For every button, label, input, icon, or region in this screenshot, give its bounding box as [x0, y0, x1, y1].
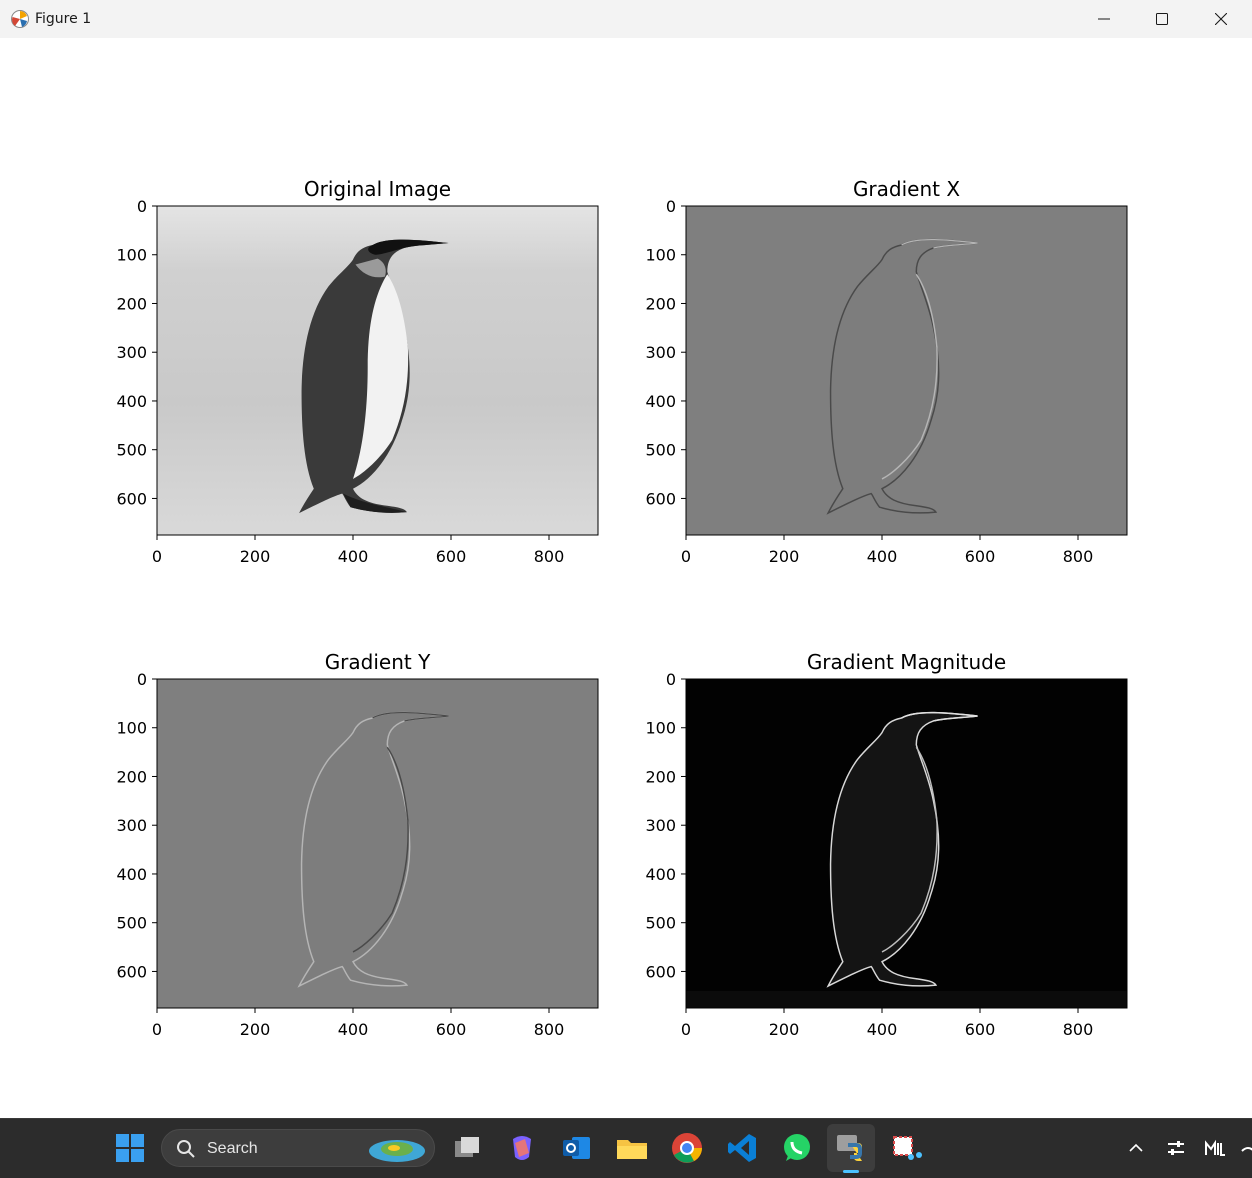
close-icon [1215, 13, 1227, 25]
y-tick-label: 500 [645, 441, 676, 460]
x-tick-label: 200 [240, 1020, 271, 1039]
outlook-icon[interactable] [560, 1131, 594, 1165]
maximize-icon [1156, 13, 1168, 25]
task-view-icon[interactable] [450, 1131, 484, 1165]
y-tick-label: 200 [116, 767, 147, 786]
copilot-icon[interactable] [505, 1131, 539, 1165]
y-tick-label: 200 [645, 294, 676, 313]
y-tick-label: 300 [645, 816, 676, 835]
x-tick-label: 400 [338, 547, 369, 566]
y-tick-label: 300 [645, 343, 676, 362]
x-tick-label: 800 [1063, 1020, 1094, 1039]
x-tick-label: 600 [436, 547, 467, 566]
taskbar-search-box[interactable]: Search [161, 1129, 435, 1167]
maximize-button[interactable] [1133, 0, 1191, 38]
y-tick-label: 100 [116, 719, 147, 738]
subplot-2: Gradient X 0 200 400 600 800 0 100 200 300 400 500 6… [645, 177, 1128, 566]
file-explorer-icon[interactable] [615, 1131, 649, 1165]
y-tick-label: 400 [116, 392, 147, 411]
x-tick-label: 200 [240, 547, 271, 566]
axes-container: Original Image 0 200 400 600 800 0 100 200 300 400… [116, 177, 1128, 1039]
taskbar: Search [0, 1118, 1252, 1178]
x-tick-label: 600 [436, 1020, 467, 1039]
x-tick-label: 400 [867, 547, 898, 566]
y-tick-label: 200 [116, 294, 147, 313]
x-tick-label: 0 [152, 547, 162, 566]
y-tick-label: 400 [645, 865, 676, 884]
y-tick-label: 500 [645, 914, 676, 933]
y-tick-label: 400 [645, 392, 676, 411]
x-tick-label: 200 [769, 1020, 800, 1039]
matplotlib-icon [11, 10, 29, 28]
y-tick-label: 600 [116, 489, 147, 508]
x-tick-label: 800 [534, 547, 565, 566]
python-icon[interactable] [834, 1131, 868, 1165]
x-tick-label: 800 [534, 1020, 565, 1039]
x-tick-label: 0 [681, 547, 691, 566]
figure-svg: Original Image 0 200 400 600 800 0 100 200 300 400… [116, 177, 1128, 1039]
x-tick-label: 600 [965, 547, 996, 566]
y-tick-label: 300 [116, 816, 147, 835]
subplot-1: Original Image 0 200 400 600 800 0 100 200 300 400… [116, 177, 599, 566]
subplot-title: Gradient Magnitude [807, 650, 1006, 674]
x-tick-label: 200 [769, 547, 800, 566]
y-tick-label: 0 [666, 670, 676, 689]
x-tick-label: 0 [681, 1020, 691, 1039]
close-button[interactable] [1192, 0, 1250, 38]
figure-canvas: Original Image 0 200 400 600 800 0 100 200 300 400… [0, 38, 1252, 1118]
x-tick-label: 600 [965, 1020, 996, 1039]
whatsapp-icon[interactable] [780, 1131, 814, 1165]
app-tray-icon[interactable] [1204, 1139, 1226, 1157]
search-highlight-icon [369, 1140, 425, 1162]
y-tick-label: 100 [116, 246, 147, 265]
y-tick-label: 400 [116, 865, 147, 884]
y-tick-label: 100 [645, 246, 676, 265]
x-tick-label: 0 [152, 1020, 162, 1039]
active-app-indicator [843, 1170, 859, 1173]
x-tick-label: 400 [338, 1020, 369, 1039]
chrome-icon[interactable] [670, 1131, 704, 1165]
y-tick-label: 500 [116, 441, 147, 460]
window-titlebar: Figure 1 [0, 0, 1252, 39]
y-tick-label: 200 [645, 767, 676, 786]
minimize-icon [1098, 18, 1110, 20]
subplot-4: Gradient Magnitude 0 200 400 600 800 0 100 200 30… [645, 650, 1128, 1039]
windows-start-icon[interactable] [113, 1131, 147, 1165]
minimize-button[interactable] [1075, 0, 1133, 38]
y-tick-label: 600 [116, 962, 147, 981]
window-title: Figure 1 [35, 11, 92, 27]
x-tick-label: 400 [867, 1020, 898, 1039]
subplot-title: Gradient Y [325, 650, 431, 674]
y-tick-label: 0 [137, 197, 147, 216]
show-hidden-icons-chevron-icon[interactable] [1128, 1141, 1144, 1155]
x-tick-label: 800 [1063, 547, 1094, 566]
y-tick-label: 600 [645, 962, 676, 981]
vscode-icon[interactable] [725, 1131, 759, 1165]
subplot-title: Gradient X [853, 177, 960, 201]
y-tick-label: 300 [116, 343, 147, 362]
settings-sliders-icon[interactable] [1166, 1139, 1186, 1157]
subplot-title: Original Image [304, 177, 451, 201]
subplot-3: Gradient Y 0 200 400 600 800 0 100 200 300 400 500 6… [116, 650, 599, 1039]
snipping-tool-icon[interactable] [889, 1131, 923, 1165]
y-tick-label: 0 [666, 197, 676, 216]
y-tick-label: 500 [116, 914, 147, 933]
y-tick-label: 100 [645, 719, 676, 738]
y-tick-label: 0 [137, 670, 147, 689]
search-label: Search [207, 1140, 258, 1157]
wifi-icon [1241, 1147, 1252, 1152]
search-icon [177, 1140, 195, 1158]
y-tick-label: 600 [645, 489, 676, 508]
